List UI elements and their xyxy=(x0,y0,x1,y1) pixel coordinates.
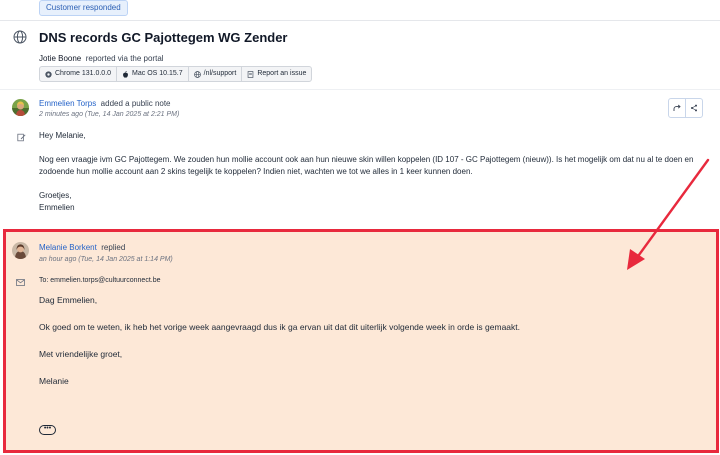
note-author-link[interactable]: Emmelien Torps xyxy=(39,99,96,108)
globe-icon xyxy=(13,30,27,44)
reply-recipient: To: emmelien.torps@cultuurconnect.be xyxy=(39,277,161,284)
reply-paragraph: Ok goed om te weten, ik heb het vorige w… xyxy=(39,322,521,332)
reply-greeting: Dag Emmelien, xyxy=(39,295,98,305)
reply-timestamp: an hour ago (Tue, 14 Jan 2025 at 1:14 PM… xyxy=(39,256,173,263)
mail-icon xyxy=(16,279,25,286)
chip-url[interactable]: /nl/support xyxy=(189,67,243,81)
note-signature: Emmelien xyxy=(39,203,75,212)
share-button[interactable] xyxy=(686,99,702,117)
note-icon xyxy=(17,133,26,142)
note-closing-line: Groetjes, xyxy=(39,191,72,200)
reply-author-link[interactable]: Melanie Borkent xyxy=(39,243,97,252)
note-closing: Groetjes, Emmelien xyxy=(39,190,699,214)
divider xyxy=(0,20,720,21)
reporter-name: Jotie Boone xyxy=(39,54,82,63)
note-greeting: Hey Melanie, xyxy=(39,131,86,140)
note-paragraph: Nog een vraagje ivm GC Pajottegem. We zo… xyxy=(39,155,694,176)
reply-signature: Melanie xyxy=(39,376,69,386)
report-icon xyxy=(248,70,254,78)
note-timestamp: 2 minutes ago (Tue, 14 Jan 2025 at 2:21 … xyxy=(39,111,180,118)
environment-chips: Chrome 131.0.0.0 Mac OS 10.15.7 /nl/supp… xyxy=(39,66,313,82)
forward-button[interactable] xyxy=(669,99,686,117)
show-more-button[interactable]: ••• xyxy=(39,425,56,435)
note-actions xyxy=(668,98,703,118)
reply-body: Dag Emmelien, Ok goed om te weten, ik he… xyxy=(39,295,699,387)
avatar xyxy=(12,99,29,116)
share-icon xyxy=(691,104,697,112)
chip-os: Mac OS 10.15.7 xyxy=(117,67,189,81)
reply-action: replied xyxy=(101,243,126,252)
reporter-suffix: reported via the portal xyxy=(85,54,164,63)
forward-icon xyxy=(673,104,681,111)
note-action: added a public note xyxy=(100,99,171,108)
apple-icon xyxy=(123,70,128,78)
page-title: DNS records GC Pajottegem WG Zender xyxy=(39,30,288,45)
reporter-line: Jotie Boone reported via the portal xyxy=(39,54,164,63)
chip-browser: Chrome 131.0.0.0 xyxy=(40,67,118,81)
chip-label: Chrome 131.0.0.0 xyxy=(55,70,112,77)
note-body: Hey Melanie, Nog een vraagje ivm GC Pajo… xyxy=(39,130,699,214)
globe-icon xyxy=(193,70,201,78)
chrome-icon xyxy=(45,70,52,78)
chip-label: Report an issue xyxy=(257,70,307,77)
avatar xyxy=(12,242,29,259)
reply-closing: Met vriendelijke groet, xyxy=(39,349,123,359)
chip-label: /nl/support xyxy=(203,70,237,77)
chip-label: Mac OS 10.15.7 xyxy=(132,70,183,77)
reply-header: Melanie Borkent replied xyxy=(39,243,125,252)
chip-report-issue[interactable]: Report an issue xyxy=(242,67,311,81)
note-header: Emmelien Torps added a public note xyxy=(39,99,171,108)
divider xyxy=(0,89,720,90)
status-badge: Customer responded xyxy=(39,0,128,16)
